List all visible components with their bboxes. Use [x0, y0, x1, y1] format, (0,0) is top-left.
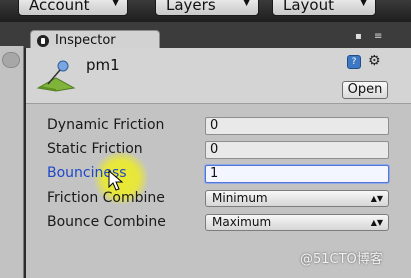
mouse-cursor-icon [108, 170, 124, 191]
lock-icon[interactable]: ▪ [355, 32, 365, 42]
inspector-info-icon [37, 34, 49, 47]
help-book-icon[interactable]: ? [347, 55, 361, 69]
dropdown-arrow-icon: ▼ [112, 0, 119, 8]
layers-dropdown[interactable]: Layers ▼ [155, 0, 259, 16]
dropdown-arrow-icon: ▼ [243, 0, 250, 8]
friction-combine-label: Friction Combine [47, 190, 165, 206]
left-panel-scrollbar[interactable] [2, 52, 20, 68]
bounce-combine-select[interactable]: Maximum ▲▼ [205, 214, 389, 231]
physic-material-icon [36, 60, 76, 92]
bounce-combine-value: Maximum [212, 215, 272, 229]
bounciness-field[interactable]: 1 [205, 165, 389, 183]
dynamic-friction-label: Dynamic Friction [47, 117, 165, 133]
watermark: @51CTO博客 [300, 252, 383, 267]
static-friction-field[interactable]: 0 [205, 141, 389, 159]
friction-combine-value: Minimum [212, 191, 268, 205]
main-toolbar: Account ▼ Layers ▼ Layout ▼ [0, 0, 411, 22]
select-arrows-icon: ▲▼ [370, 194, 383, 203]
dropdown-arrow-icon: ▼ [360, 0, 367, 8]
account-dropdown[interactable]: Account ▼ [18, 0, 128, 16]
tab-inspector[interactable]: Inspector [30, 30, 160, 50]
layout-label: Layout [283, 0, 334, 14]
dynamic-friction-field[interactable]: 0 [205, 117, 389, 135]
account-label: Account [29, 0, 90, 14]
open-button[interactable]: Open [342, 81, 388, 99]
friction-combine-select[interactable]: Minimum ▲▼ [205, 190, 389, 207]
asset-name: pm1 [86, 56, 120, 74]
layers-label: Layers [166, 0, 216, 14]
bounce-combine-label: Bounce Combine [47, 214, 166, 230]
panel-menu-icon[interactable]: ≡ [374, 32, 382, 42]
select-arrows-icon: ▲▼ [370, 218, 383, 227]
layout-dropdown[interactable]: Layout ▼ [272, 0, 376, 16]
tab-inspector-label: Inspector [55, 33, 116, 48]
left-panel [0, 46, 24, 278]
gear-icon[interactable]: ⚙ [368, 53, 381, 69]
